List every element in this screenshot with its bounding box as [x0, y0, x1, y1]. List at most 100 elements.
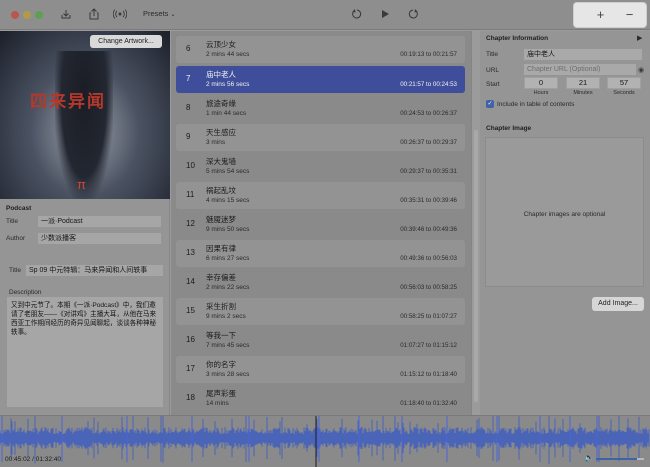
volume-icon: 🔈	[584, 453, 594, 462]
app-window: Presets ⌄ + − 四来异闻 π Change Artwork... Po…	[0, 0, 650, 467]
chapter-title-field[interactable]: 庙中老人	[524, 49, 642, 60]
volume-slider-fill	[596, 458, 637, 460]
chapter-url-label: URL	[486, 67, 500, 74]
chapter-title: 采生折割	[206, 302, 236, 311]
undo-icon[interactable]	[350, 8, 364, 22]
chapter-time-range: 00:21:57 to 00:24:53	[400, 81, 457, 88]
remove-chapter-button[interactable]: −	[616, 7, 643, 23]
chapter-row[interactable]: 12 魅魇迷梦 9 mins 50 secs 00:39:46 to 00:49…	[176, 211, 465, 238]
import-icon[interactable]	[59, 8, 73, 22]
chapter-number: 6	[186, 44, 191, 53]
artwork-pi-logo: π	[77, 177, 86, 192]
chapter-row-selected[interactable]: 7 庙中老人 2 mins 56 secs 00:21:57 to 00:24:…	[176, 66, 465, 93]
chapter-url-field[interactable]: Chapter URL (Optional)	[524, 64, 636, 75]
podcast-title-field[interactable]: 一派·Podcast	[38, 216, 161, 227]
chapter-number: 14	[186, 277, 195, 286]
chapter-title: 尾声彩蛋	[206, 389, 236, 398]
waveform-graphic	[0, 416, 650, 467]
chapter-title: 天生感应	[206, 128, 236, 137]
chapter-title: 魅魇迷梦	[206, 215, 236, 224]
chapter-duration: 3 mins	[206, 139, 226, 146]
chapter-image-section-label: Chapter Image	[486, 125, 532, 132]
chapter-row[interactable]: 15 采生折割 9 mins 2 secs 00:58:25 to 01:07:…	[176, 298, 465, 325]
add-chapter-button[interactable]: +	[587, 7, 614, 23]
chapter-title: 你的名字	[206, 360, 236, 369]
zoom-window-button[interactable]	[35, 11, 43, 19]
chapter-number: 16	[186, 335, 195, 344]
podcast-section-label: Podcast	[6, 205, 32, 212]
chapter-title-label: Title	[486, 51, 499, 58]
chapter-duration: 5 mins 54 secs	[206, 168, 250, 175]
chapter-row[interactable]: 9 天生感应 3 mins 00:26:37 to 00:29:37	[176, 124, 465, 151]
chapter-row[interactable]: 17 你的名字 3 mins 28 secs 01:15:12 to 01:18…	[176, 356, 465, 383]
chapter-row[interactable]: 10 深大鬼墙 5 mins 54 secs 00:29:37 to 00:35…	[176, 153, 465, 180]
waveform-scrubber[interactable]: 00:45:02 / 01:32:40 🔈	[0, 415, 650, 467]
chapter-duration: 4 mins 15 secs	[206, 197, 250, 204]
chapter-start-label: Start	[486, 81, 500, 88]
share-icon[interactable]	[87, 8, 101, 22]
chapter-number: 10	[186, 161, 195, 170]
chapter-time-range: 00:35:31 to 00:39:46	[400, 197, 457, 204]
chapter-time-range: 00:24:53 to 00:26:37	[400, 110, 457, 117]
redo-icon[interactable]	[406, 8, 420, 22]
chapter-number: 7	[186, 74, 191, 83]
chapter-time-range: 00:19:13 to 00:21:57	[400, 51, 457, 58]
podcast-author-field[interactable]: 少数派播客	[38, 233, 161, 244]
chapter-list-scrollbar[interactable]	[474, 130, 478, 402]
chapter-info-panel: Chapter Information ▶ Title 庙中老人 URL Cha…	[480, 31, 650, 415]
chapter-image-dropzone[interactable]: Chapter images are optional	[485, 137, 644, 287]
chapter-title: 幸存偏差	[206, 273, 236, 282]
change-artwork-button[interactable]: Change Artwork...	[90, 35, 162, 48]
chapter-row[interactable]: 16 等我一下 7 mins 45 secs 01:07:27 to 01:15…	[176, 327, 465, 354]
minimize-window-button[interactable]	[23, 11, 31, 19]
include-toc-checkbox[interactable]: ✓	[486, 100, 494, 108]
description-label: Description	[9, 289, 42, 296]
volume-slider[interactable]	[596, 458, 644, 460]
chapter-number: 9	[186, 132, 191, 141]
waveform-path	[0, 416, 650, 465]
chapter-title: 云顶少女	[206, 40, 236, 49]
chapter-title: 旅途奇缘	[206, 99, 236, 108]
seconds-label: Seconds	[613, 90, 635, 96]
chevron-down-icon: ⌄	[170, 12, 176, 18]
chapter-row[interactable]: 6 云顶少女 2 mins 44 secs 00:19:13 to 00:21:…	[176, 36, 465, 63]
episode-title-field[interactable]: Sp 09 中元特辑：马来异闻和人间轶事	[26, 265, 163, 276]
close-window-button[interactable]	[11, 11, 19, 19]
podcast-panel: 四来异闻 π Change Artwork... Podcast Title 一…	[0, 31, 170, 415]
collapse-arrow-icon[interactable]: ▶	[637, 34, 642, 42]
description-field[interactable]: 又到中元节了。本期《一派·Podcast》中，我们邀请了老朋友——《对讲鸡》主播…	[7, 297, 163, 407]
chapter-title: 祸起乱坟	[206, 186, 236, 195]
chapter-duration: 9 mins 50 secs	[206, 226, 250, 233]
chapter-time-range: 01:15:12 to 01:18:40	[400, 371, 457, 378]
chapter-row[interactable]: 11 祸起乱坟 4 mins 15 secs 00:35:31 to 00:39…	[176, 182, 465, 209]
podcast-title-label: Title	[6, 218, 19, 225]
start-hours-field[interactable]: 0	[524, 77, 558, 89]
include-toc-label: Include in table of contents	[497, 101, 575, 108]
start-seconds-field[interactable]: 57	[607, 77, 641, 89]
play-icon[interactable]	[378, 8, 392, 22]
chapter-number: 11	[186, 190, 195, 199]
chapter-row[interactable]: 18 尾声彩蛋 14 mins 01:18:40 to 01:32:40	[176, 385, 465, 412]
chapter-info-section-label: Chapter Information	[486, 35, 549, 42]
chapter-row[interactable]: 8 旅途奇缘 1 min 44 secs 00:24:53 to 00:26:3…	[176, 95, 465, 122]
chapter-row[interactable]: 14 幸存偏差 2 mins 22 secs 00:56:03 to 00:58…	[176, 269, 465, 296]
chapter-duration: 7 mins 45 secs	[206, 342, 250, 349]
start-minutes-field[interactable]: 21	[566, 77, 600, 89]
chapter-time-range: 00:39:46 to 00:49:36	[400, 226, 457, 233]
add-image-button[interactable]: Add Image...	[592, 297, 644, 311]
chapter-list: 6 云顶少女 2 mins 44 secs 00:19:13 to 00:21:…	[171, 31, 472, 415]
playback-time: 00:45:02 / 01:32:40	[5, 456, 62, 463]
podcast-author-label: Author	[6, 235, 26, 242]
presets-menu[interactable]: Presets ⌄	[143, 9, 175, 18]
chapter-row[interactable]: 13 因果有律 6 mins 27 secs 00:49:36 to 00:56…	[176, 240, 465, 267]
chapter-number: 12	[186, 219, 195, 228]
hours-label: Hours	[533, 90, 549, 96]
toolbar: Presets ⌄ + −	[0, 0, 650, 30]
chapter-duration: 2 mins 22 secs	[206, 284, 250, 291]
chapter-number: 13	[186, 248, 195, 257]
chapter-duration: 6 mins 27 secs	[206, 255, 250, 262]
podcast-icon[interactable]	[112, 8, 128, 22]
eye-icon[interactable]: ◉	[638, 66, 644, 74]
episode-title-label: Title	[9, 267, 22, 274]
chapter-number: 15	[186, 306, 195, 315]
